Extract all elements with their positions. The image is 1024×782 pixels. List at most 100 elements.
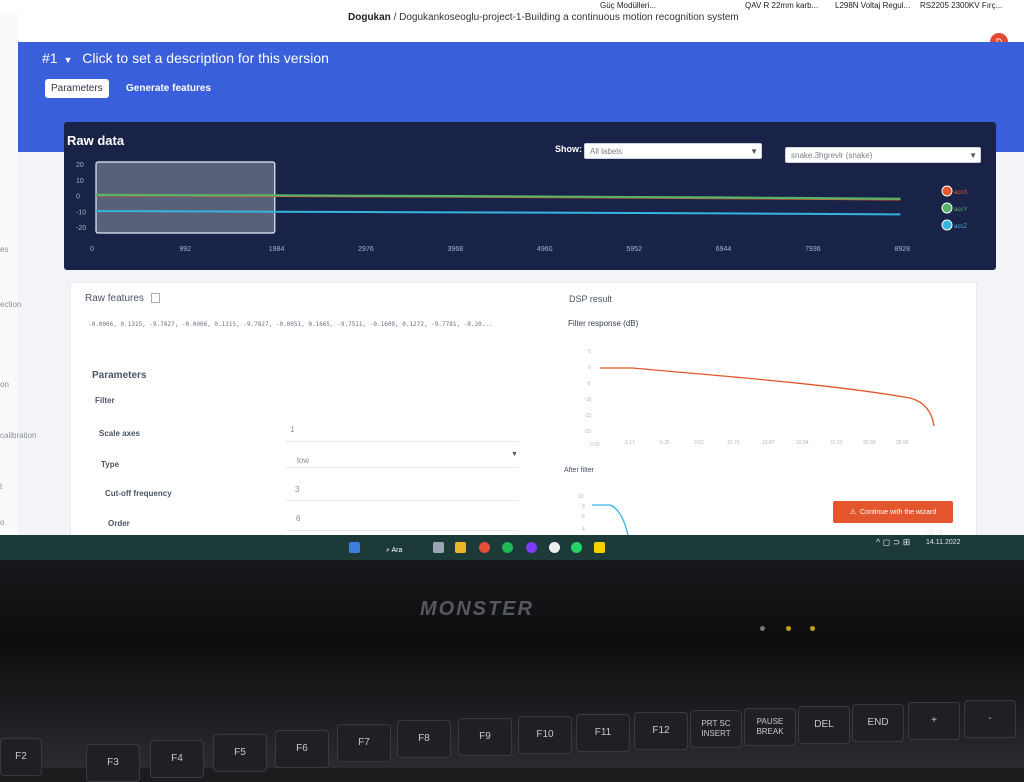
order-label: Order <box>108 519 130 528</box>
search-icon: ⌕ <box>386 547 390 554</box>
order-value[interactable]: 6 <box>296 514 300 523</box>
x-tick: 12.70 <box>727 440 740 446</box>
continue-wizard-button[interactable]: ⚠ Continue with the wizard <box>833 501 953 523</box>
y-tick: 10 <box>578 494 584 500</box>
x-tick-label: 5952 <box>626 246 642 253</box>
copy-icon[interactable] <box>150 293 160 304</box>
key-f3[interactable]: F3 <box>86 744 140 782</box>
key-f11[interactable]: F11 <box>576 714 630 752</box>
windows-start-icon[interactable] <box>349 542 360 553</box>
power-led-icon <box>810 626 815 631</box>
sidebar-item[interactable]: ection <box>0 300 21 309</box>
y-tick: -10 <box>584 397 591 403</box>
raw-data-title: Raw data <box>67 133 125 148</box>
task-view-icon[interactable] <box>433 542 444 553</box>
clock-date[interactable]: 14.11.2022 <box>926 539 961 546</box>
selection-window <box>95 161 276 234</box>
raw-data-chart[interactable]: 20 10 0 -10 -20 0 992 1984 2976 3968 4960 5952 6944 7… <box>64 155 984 260</box>
key-f12[interactable]: F12 <box>634 712 688 750</box>
tab-generate-features[interactable]: Generate features <box>120 79 217 98</box>
key-f8[interactable]: F8 <box>397 720 451 758</box>
clock-time[interactable]: 01:06 <box>926 530 944 537</box>
key-del[interactable]: DEL <box>798 706 850 744</box>
sticky-notes-icon[interactable] <box>594 542 605 553</box>
x-tick: 19.04 <box>796 440 809 446</box>
y-tick: -5 <box>586 381 591 387</box>
tab-parameters[interactable]: Parameters <box>45 79 109 98</box>
legend-label-accZ: accZ <box>954 224 967 230</box>
key-minus[interactable]: - <box>964 700 1016 738</box>
key-end[interactable]: END <box>852 704 904 742</box>
bookmark[interactable]: QAV R 22mm karb... <box>745 1 818 10</box>
x-tick-label: 0 <box>90 246 94 253</box>
key-f5[interactable]: F5 <box>213 734 267 772</box>
type-select[interactable] <box>285 447 519 468</box>
whatsapp-icon[interactable] <box>571 542 582 553</box>
file-explorer-icon[interactable] <box>455 542 466 553</box>
sidebar-item[interactable]: t <box>0 482 2 491</box>
sidebar-item[interactable]: es <box>0 245 8 254</box>
sidebar-item[interactable]: calibration <box>0 431 36 440</box>
y-tick: 5 <box>588 349 591 355</box>
key-f4[interactable]: F4 <box>150 740 204 778</box>
key-f10[interactable]: F10 <box>518 716 572 754</box>
key-f2[interactable]: F2 <box>0 738 42 776</box>
warning-icon: ⚠ <box>849 509 856 516</box>
breadcrumb-user[interactable]: Dogukan <box>348 12 391 23</box>
y-tick-label: 10 <box>76 178 84 185</box>
scale-axes-label: Scale axes <box>99 429 140 438</box>
legend-label-accY: accY <box>954 207 967 213</box>
y-tick-label: 0 <box>76 194 80 201</box>
order-field[interactable] <box>285 510 519 531</box>
key-pause-break[interactable]: PAUSE BREAK <box>744 708 796 746</box>
raw-features-title: Raw features <box>85 293 160 304</box>
bookmark[interactable]: L298N Voltaj Regul... <box>835 1 910 10</box>
bookmark[interactable]: RS2205 2300KV Fırç... <box>920 1 1002 10</box>
version-header[interactable]: #1 ▼ Click to set a description for this… <box>42 50 329 66</box>
x-tick-label: 1984 <box>269 246 285 253</box>
y-tick-label: 20 <box>76 162 84 169</box>
legend-marker-accX <box>941 185 953 197</box>
key-f6[interactable]: F6 <box>275 730 329 768</box>
type-value[interactable]: low <box>297 456 309 465</box>
sidebar-item[interactable]: o <box>0 518 4 527</box>
dsp-result-title: DSP result <box>569 294 612 304</box>
after-filter-title: After filter <box>564 467 594 474</box>
chrome-icon[interactable] <box>479 542 490 553</box>
x-tick: 6.35 <box>660 440 670 446</box>
scale-axes-field[interactable] <box>285 421 519 442</box>
github-icon[interactable] <box>549 542 560 553</box>
x-tick: 25.39 <box>863 440 876 446</box>
sidebar-item[interactable]: on <box>0 380 9 389</box>
key-f7[interactable]: F7 <box>337 724 391 762</box>
cutoff-frequency-value[interactable]: 3 <box>295 485 299 494</box>
spotify-icon[interactable] <box>502 542 513 553</box>
opera-icon[interactable] <box>526 542 537 553</box>
y-tick: 0 <box>588 365 591 371</box>
taskbar-search[interactable]: ⌕ Ara <box>386 547 402 555</box>
key-prtsc-insert[interactable]: PRT SC INSERT <box>690 710 742 748</box>
cutoff-frequency-field[interactable] <box>285 480 519 501</box>
version-number[interactable]: #1 <box>42 50 58 66</box>
x-tick-label: 2976 <box>358 246 374 253</box>
x-tick: 15.87 <box>762 440 775 446</box>
screen: Güç Modülleri... QAV R 22mm karb... L298… <box>0 0 1024 560</box>
bookmark[interactable]: Güç Modülleri... <box>600 1 656 10</box>
filter-response-title: Filter response (dB) <box>568 319 639 328</box>
legend-marker-accY <box>941 202 953 214</box>
continue-wizard-label: Continue with the wizard <box>860 508 937 516</box>
lock-led-icon <box>786 626 791 631</box>
tray-icons[interactable]: ^ ◻ ⊃ ⊞ <box>876 537 910 548</box>
chevron-down-icon[interactable]: ▼ <box>63 55 72 65</box>
breadcrumb: Dogukan / Dogukankoseoglu-project-1-Buil… <box>348 12 739 23</box>
raw-features-values: -0.0006, 0.1315, -9.7827, -0.0006, 0.131… <box>88 321 493 328</box>
x-tick: 3.17 <box>625 440 635 446</box>
breadcrumb-separator: / <box>393 12 397 23</box>
key-f9[interactable]: F9 <box>458 718 512 756</box>
after-filter-line <box>592 504 629 535</box>
version-description[interactable]: Click to set a description for this vers… <box>82 50 329 66</box>
breadcrumb-project[interactable]: Dogukankoseoglu-project-1-Building a con… <box>399 12 739 23</box>
x-tick: 22.22 <box>830 440 843 446</box>
key-plus[interactable]: + <box>908 702 960 740</box>
scale-axes-value[interactable]: 1 <box>290 425 294 434</box>
